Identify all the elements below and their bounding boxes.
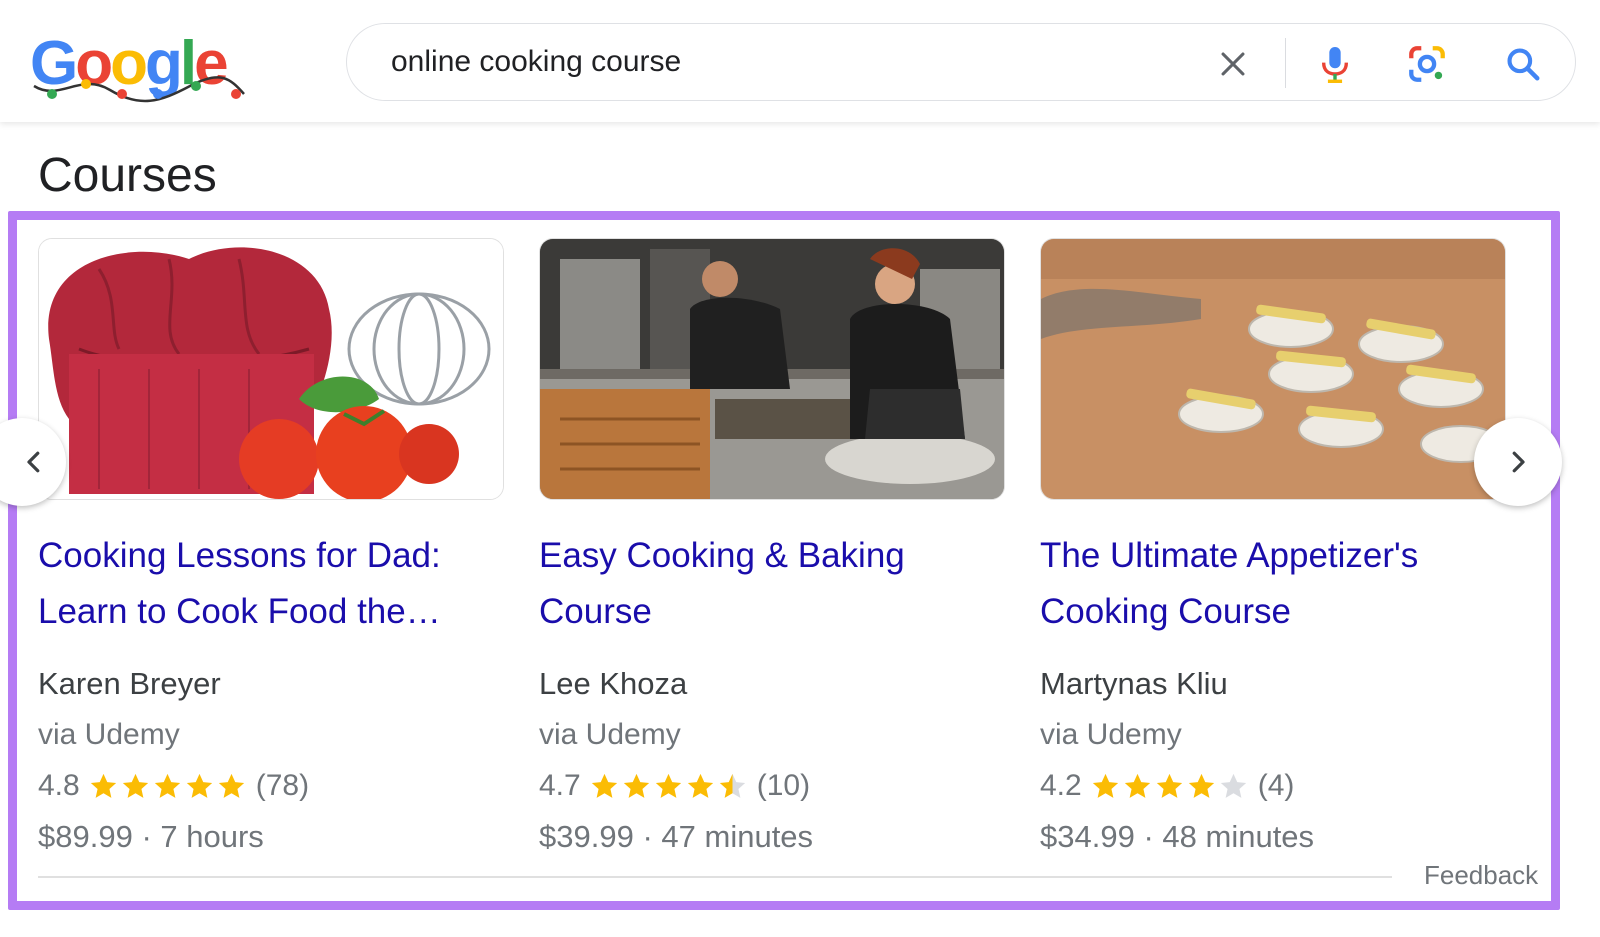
star-icon [90,773,116,798]
course-price: $39.99 [539,819,634,854]
course-price: $89.99 [38,819,133,854]
course-image-chef-hat[interactable] [38,238,504,500]
course-author: Lee Khoza [539,666,688,701]
search-by-image-button[interactable] [1405,42,1449,86]
course-duration: 47 minutes [661,819,814,854]
course-title-line: Cooking Lessons for Dad: [38,536,441,575]
course-card[interactable]: Cooking Lessons for Dad: Learn to Cook F… [38,238,504,857]
star-icon [1124,773,1150,798]
review-count: (78) [255,769,310,802]
course-card[interactable]: The Ultimate Appetizer's Cooking Course … [1040,238,1506,857]
search-input[interactable] [391,42,1191,82]
star-icon [1092,773,1118,798]
star-icon [186,773,212,798]
close-icon [1221,52,1245,76]
carousel-divider [38,876,1392,878]
star-icon [687,773,713,798]
star-icon [122,773,148,798]
review-count: (4) [1257,769,1295,802]
course-price: $34.99 [1040,819,1135,854]
chevron-right-icon [1512,451,1525,473]
star-icon [623,773,649,798]
course-image-appetizers[interactable] [1040,238,1506,500]
star-icon [1188,773,1214,798]
search-divider [1285,38,1286,88]
appetizers-image [1041,239,1505,499]
star-rating [1090,771,1250,802]
google-logo-icon: Google [30,29,245,103]
star-icon [719,773,745,798]
star-icon [1220,773,1246,798]
star-rating [88,771,248,802]
course-title-link[interactable]: Easy Cooking & Baking Course [539,528,1005,640]
price-separator: · [1143,819,1154,854]
course-title-line: Learn to Cook Food the… [38,592,441,631]
chevron-left-icon [27,451,40,473]
google-doodle-logo[interactable]: Google [30,28,250,108]
feedback-link[interactable]: Feedback [1424,860,1538,891]
star-icon [154,773,180,798]
course-price-duration: $34.99 · 48 minutes [1040,817,1506,857]
google-lens-icon [1409,46,1445,82]
course-author: Martynas Kliu [1040,666,1228,701]
course-rating: 4.2 (4) [1040,766,1506,806]
course-title-link[interactable]: Cooking Lessons for Dad: Learn to Cook F… [38,528,504,640]
carousel-next-button[interactable] [1474,418,1562,506]
section-title: Courses [38,149,217,202]
course-card[interactable]: Easy Cooking & Baking Course Lee Khoza v… [539,238,1005,857]
course-rating: 4.8 (78) [38,766,504,806]
price-separator: · [141,819,152,854]
course-title-line: The Ultimate Appetizer's [1040,536,1419,575]
course-price-duration: $39.99 · 47 minutes [539,817,1005,857]
star-icon [655,773,681,798]
course-title-line: Course [539,592,652,631]
voice-search-button[interactable] [1313,42,1357,86]
price-separator: · [642,819,653,854]
search-icon [1507,48,1540,81]
course-author: Karen Breyer [38,666,221,701]
course-provider: via Udemy [539,718,681,751]
course-image-kitchen[interactable] [539,238,1005,500]
course-duration: 7 hours [160,819,264,854]
course-title-line: Cooking Course [1040,592,1291,631]
search-box[interactable] [346,23,1576,101]
search-submit-button[interactable] [1501,42,1545,86]
course-provider: via Udemy [38,718,180,751]
course-price-duration: $89.99 · 7 hours [38,817,504,857]
course-duration: 48 minutes [1162,819,1315,854]
chefs-kitchen-image [540,239,1004,499]
chef-hat-image [39,239,503,499]
rating-value: 4.7 [539,769,581,802]
rating-value: 4.2 [1040,769,1082,802]
rating-value: 4.8 [38,769,80,802]
star-icon [218,773,244,798]
search-header: Google [0,0,1600,122]
star-icon [1156,773,1182,798]
course-provider: via Udemy [1040,718,1182,751]
clear-search-button[interactable] [1211,42,1255,86]
microphone-icon [1321,47,1349,83]
star-rating [589,771,749,802]
star-icon [591,773,617,798]
course-rating: 4.7 (10) [539,766,1005,806]
course-title-link[interactable]: The Ultimate Appetizer's Cooking Course [1040,528,1506,640]
course-title-line: Easy Cooking & Baking [539,536,905,575]
review-count: (10) [756,769,811,802]
